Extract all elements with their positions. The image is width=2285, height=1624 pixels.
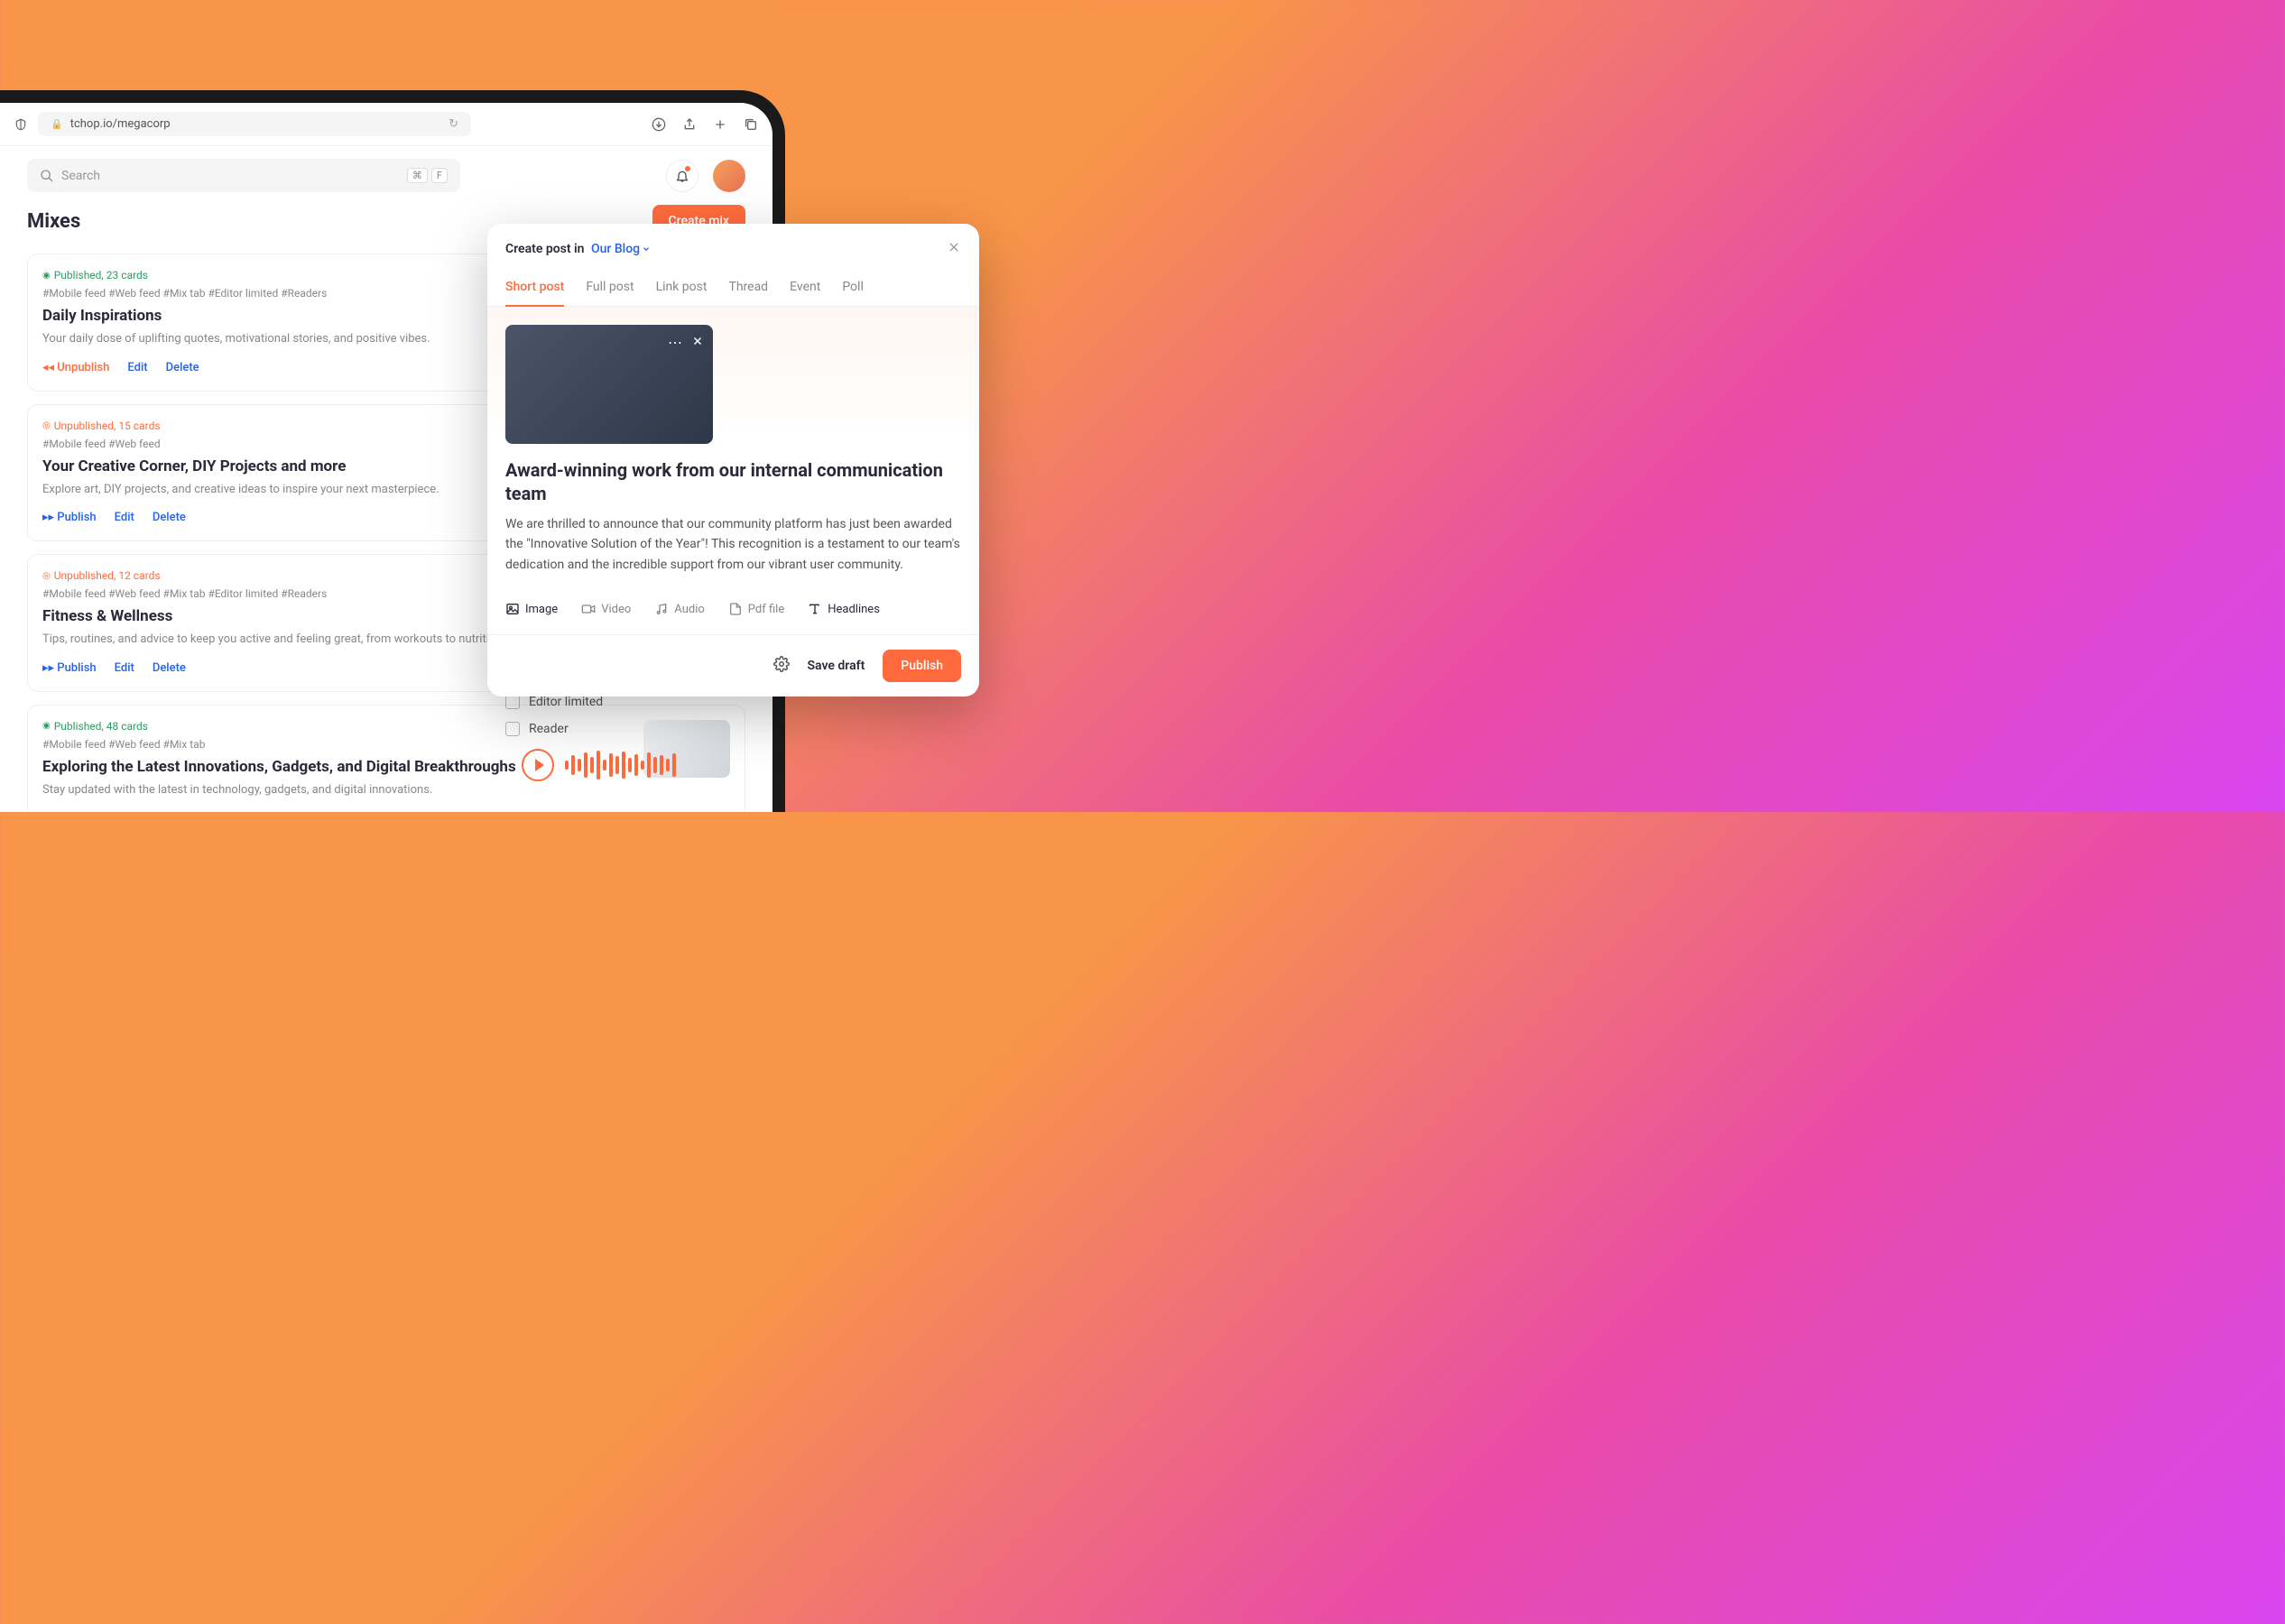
tab-link-post[interactable]: Link post	[656, 271, 708, 306]
shield-icon	[14, 117, 27, 132]
modal-body: ⋯ Award-winning work from our internal c…	[487, 307, 979, 634]
delete-button[interactable]: Delete	[166, 811, 199, 812]
save-draft-button[interactable]: Save draft	[808, 659, 865, 673]
post-image[interactable]: ⋯	[505, 325, 713, 444]
kbd-hint: ⌘ F	[407, 168, 448, 183]
edit-button[interactable]: Edit	[115, 661, 134, 675]
play-button[interactable]	[522, 749, 554, 781]
image-more-icon[interactable]: ⋯	[668, 334, 682, 351]
unpublish-button[interactable]: ◂◂ Unpublish	[42, 361, 109, 374]
close-icon	[947, 240, 961, 254]
modal-title: Create post in Our Blog	[505, 242, 651, 256]
tab-poll[interactable]: Poll	[842, 271, 864, 306]
tab-full-post[interactable]: Full post	[586, 271, 634, 306]
media-bar: Image Video Audio Pdf file Headlines	[505, 596, 961, 616]
notification-dot	[685, 166, 690, 171]
publish-button[interactable]: ▸▸ Publish	[42, 661, 97, 675]
delete-button[interactable]: Delete	[153, 661, 186, 675]
delete-button[interactable]: Delete	[153, 511, 186, 524]
pdf-icon	[728, 602, 743, 616]
tab-event[interactable]: Event	[790, 271, 820, 306]
browser-bar: 🔒 tchop.io/megacorp ↻	[0, 103, 772, 146]
audio-icon	[654, 602, 669, 616]
post-body[interactable]: We are thrilled to announce that our com…	[505, 514, 961, 575]
media-image[interactable]: Image	[505, 602, 558, 616]
tab-thread[interactable]: Thread	[728, 271, 768, 306]
tabs-icon[interactable]	[744, 117, 758, 132]
avatar[interactable]	[713, 160, 745, 192]
settings-button[interactable]	[773, 656, 790, 676]
unpublish-button[interactable]: ◂◂ Unpublish	[42, 811, 109, 812]
image-remove-icon[interactable]	[691, 334, 704, 351]
edit-button[interactable]: Edit	[127, 811, 147, 812]
gear-icon	[773, 656, 790, 672]
url-text: tchop.io/megacorp	[70, 117, 171, 131]
checkbox-icon	[505, 695, 520, 709]
audio-player[interactable]	[522, 749, 676, 781]
modal-header: Create post in Our Blog	[487, 224, 979, 271]
checkbox-icon	[505, 722, 520, 736]
search-icon	[40, 169, 54, 183]
lock-icon: 🔒	[51, 118, 63, 130]
permission-checks: Editor limited Reader	[505, 695, 603, 736]
chevron-down-icon	[642, 245, 651, 254]
delete-button[interactable]: Delete	[166, 361, 199, 374]
publish-button[interactable]: Publish	[883, 650, 961, 682]
create-post-modal: Create post in Our Blog Short post Full p…	[487, 224, 979, 697]
url-bar[interactable]: 🔒 tchop.io/megacorp ↻	[38, 112, 471, 136]
check-reader[interactable]: Reader	[505, 722, 603, 736]
more-icon[interactable]: ⋯	[613, 809, 629, 812]
media-headlines[interactable]: Headlines	[808, 602, 880, 616]
mix-description: Stay updated with the latest in technolo…	[42, 781, 629, 799]
browser-actions	[652, 117, 758, 132]
download-icon[interactable]	[652, 117, 666, 132]
modal-tabs: Short post Full post Link post Thread Event P…	[487, 271, 979, 307]
search-input[interactable]: Search ⌘ F	[27, 159, 460, 192]
image-icon	[505, 602, 520, 616]
media-video[interactable]: Video	[581, 602, 631, 616]
edit-button[interactable]: Edit	[127, 361, 147, 374]
check-editor[interactable]: Editor limited	[505, 695, 603, 709]
video-icon	[581, 602, 596, 616]
media-audio[interactable]: Audio	[654, 602, 704, 616]
refresh-icon[interactable]: ↻	[449, 117, 458, 131]
notification-button[interactable]	[666, 160, 698, 192]
waveform	[565, 751, 676, 780]
publish-button[interactable]: ▸▸ Publish	[42, 511, 97, 524]
edit-button[interactable]: Edit	[115, 511, 134, 524]
media-pdf[interactable]: Pdf file	[728, 602, 784, 616]
headlines-icon	[808, 602, 822, 616]
mix-actions: ◂◂ Unpublish Edit Delete ⋯	[42, 809, 629, 812]
page-title: Mixes	[27, 210, 80, 233]
modal-footer: Save draft Publish	[487, 634, 979, 697]
search-placeholder: Search	[61, 169, 407, 183]
app-header: Search ⌘ F	[0, 146, 772, 205]
plus-icon[interactable]	[713, 117, 727, 132]
post-title[interactable]: Award-winning work from our internal com…	[505, 458, 961, 505]
tab-short-post[interactable]: Short post	[505, 271, 564, 307]
share-icon[interactable]	[682, 117, 697, 132]
blog-selector[interactable]: Our Blog	[591, 242, 651, 256]
close-button[interactable]	[947, 240, 961, 258]
